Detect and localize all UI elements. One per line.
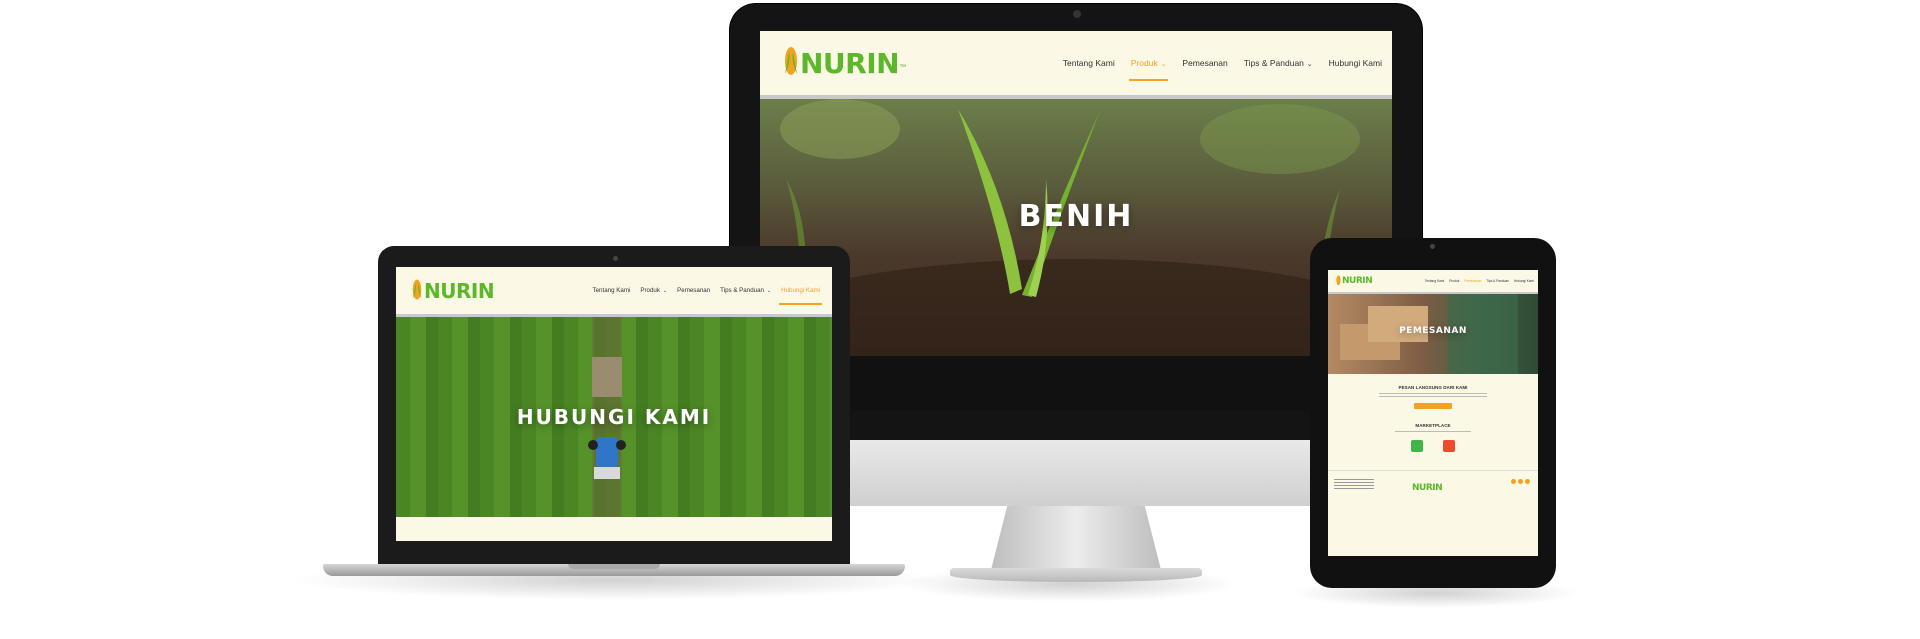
hero-banner: BENIH [760,99,1392,356]
footer-address-lines [1334,477,1374,491]
order-section: PESAN LANGSUNG DARI KAMI MARKETPLACE [1328,374,1538,470]
tokopedia-icon[interactable] [1411,440,1423,452]
order-text-lines [1379,393,1487,397]
site-header: NURIN Tentang Kami Produk Pemesanan Tips… [1328,270,1538,294]
hero-title: BENIH [1018,199,1134,234]
hero-title: PEMESANAN [1399,326,1467,336]
nav-pemesanan[interactable]: Pemesanan [677,287,710,294]
logo-text: NURIN [1342,276,1373,286]
nav-tips-panduan[interactable]: Tips & Panduan ⌄ [1244,58,1313,68]
nav-tentang-kami[interactable]: Tentang Kami [1063,58,1115,68]
hero-banner: HUBUNGI KAMI [396,317,832,517]
imac-screen: NURIN ™ Tentang Kami Produk ⌄ Pemesanan T… [760,31,1392,411]
chevron-down-icon: ⌄ [662,289,668,294]
logo-text: NURIN [800,46,900,80]
nav-produk[interactable]: Produk ⌄ [640,287,667,294]
footer-logo: NURIN [1412,483,1443,493]
site-header: NURIN ™ Tentang Kami Produk ⌄ Pemesanan T… [760,31,1392,99]
youtube-icon[interactable] [1525,479,1530,484]
marketplace-text-line [1395,431,1471,432]
chevron-down-icon: ⌄ [1160,61,1167,68]
order-whatsapp-button[interactable] [1414,403,1452,409]
main-nav: Tentang Kami Produk Pemesanan Tips & Pan… [1425,279,1534,283]
nav-produk[interactable]: Produk ⌄ [1128,58,1169,81]
nav-tentang-kami[interactable]: Tentang Kami [1425,279,1445,283]
imac-foot [950,568,1202,582]
imac-camera [1073,10,1081,18]
brand-logo[interactable]: NURIN [412,278,495,304]
screen-bottom-edge [760,356,1392,411]
facebook-icon[interactable] [1511,479,1516,484]
footer-social-icons [1511,479,1530,484]
nav-tips-panduan[interactable]: Tips & Panduan [1486,279,1509,283]
nav-pemesanan[interactable]: Pemesanan [1464,279,1481,283]
site-footer: NURIN [1328,470,1538,556]
tablet-camera [1430,244,1435,249]
shopee-icon[interactable] [1443,440,1455,452]
laptop-screen: NURIN Tentang Kami Produk ⌄ Pemesanan Tip… [396,267,832,541]
main-nav: Tentang Kami Produk ⌄ Pemesanan Tips & Pa… [1063,58,1382,81]
brand-logo[interactable]: NURIN [1336,275,1373,287]
order-heading: PESAN LANGSUNG DARI KAMI [1398,385,1468,390]
page-below-hero [396,517,832,541]
instagram-icon[interactable] [1518,479,1523,484]
nav-hubungi-kami[interactable]: Hubungi Kami [1329,58,1382,68]
chevron-down-icon: ⌄ [1306,61,1313,68]
hero-banner: PEMESANAN [1328,294,1538,374]
main-nav: Tentang Kami Produk ⌄ Pemesanan Tips & Pa… [593,287,822,305]
tablet-screen: NURIN Tentang Kami Produk Pemesanan Tips… [1328,270,1538,556]
nav-produk[interactable]: Produk [1449,279,1459,283]
nav-pemesanan[interactable]: Pemesanan [1182,58,1227,68]
site-header: NURIN Tentang Kami Produk ⌄ Pemesanan Tip… [396,267,832,317]
brand-logo[interactable]: NURIN ™ [784,46,906,80]
corn-cob-icon [412,279,422,300]
nav-hubungi-kami[interactable]: Hubungi Kami [779,287,822,305]
nav-hubungi-kami[interactable]: Hubungi Kami [1514,279,1534,283]
nav-tentang-kami[interactable]: Tentang Kami [593,287,631,294]
imac-stand [990,506,1162,574]
laptop-notch [568,564,660,569]
marketplace-heading: MARKETPLACE [1415,423,1451,428]
chevron-down-icon: ⌄ [766,289,772,294]
corn-cob-icon [785,47,797,75]
trademark: ™ [899,64,907,71]
laptop-camera [613,256,618,261]
logo-text: NURIN [424,278,495,303]
corn-cob-icon [1336,275,1341,286]
nav-tips-panduan[interactable]: Tips & Panduan ⌄ [720,287,771,294]
hero-title: HUBUNGI KAMI [516,405,712,429]
